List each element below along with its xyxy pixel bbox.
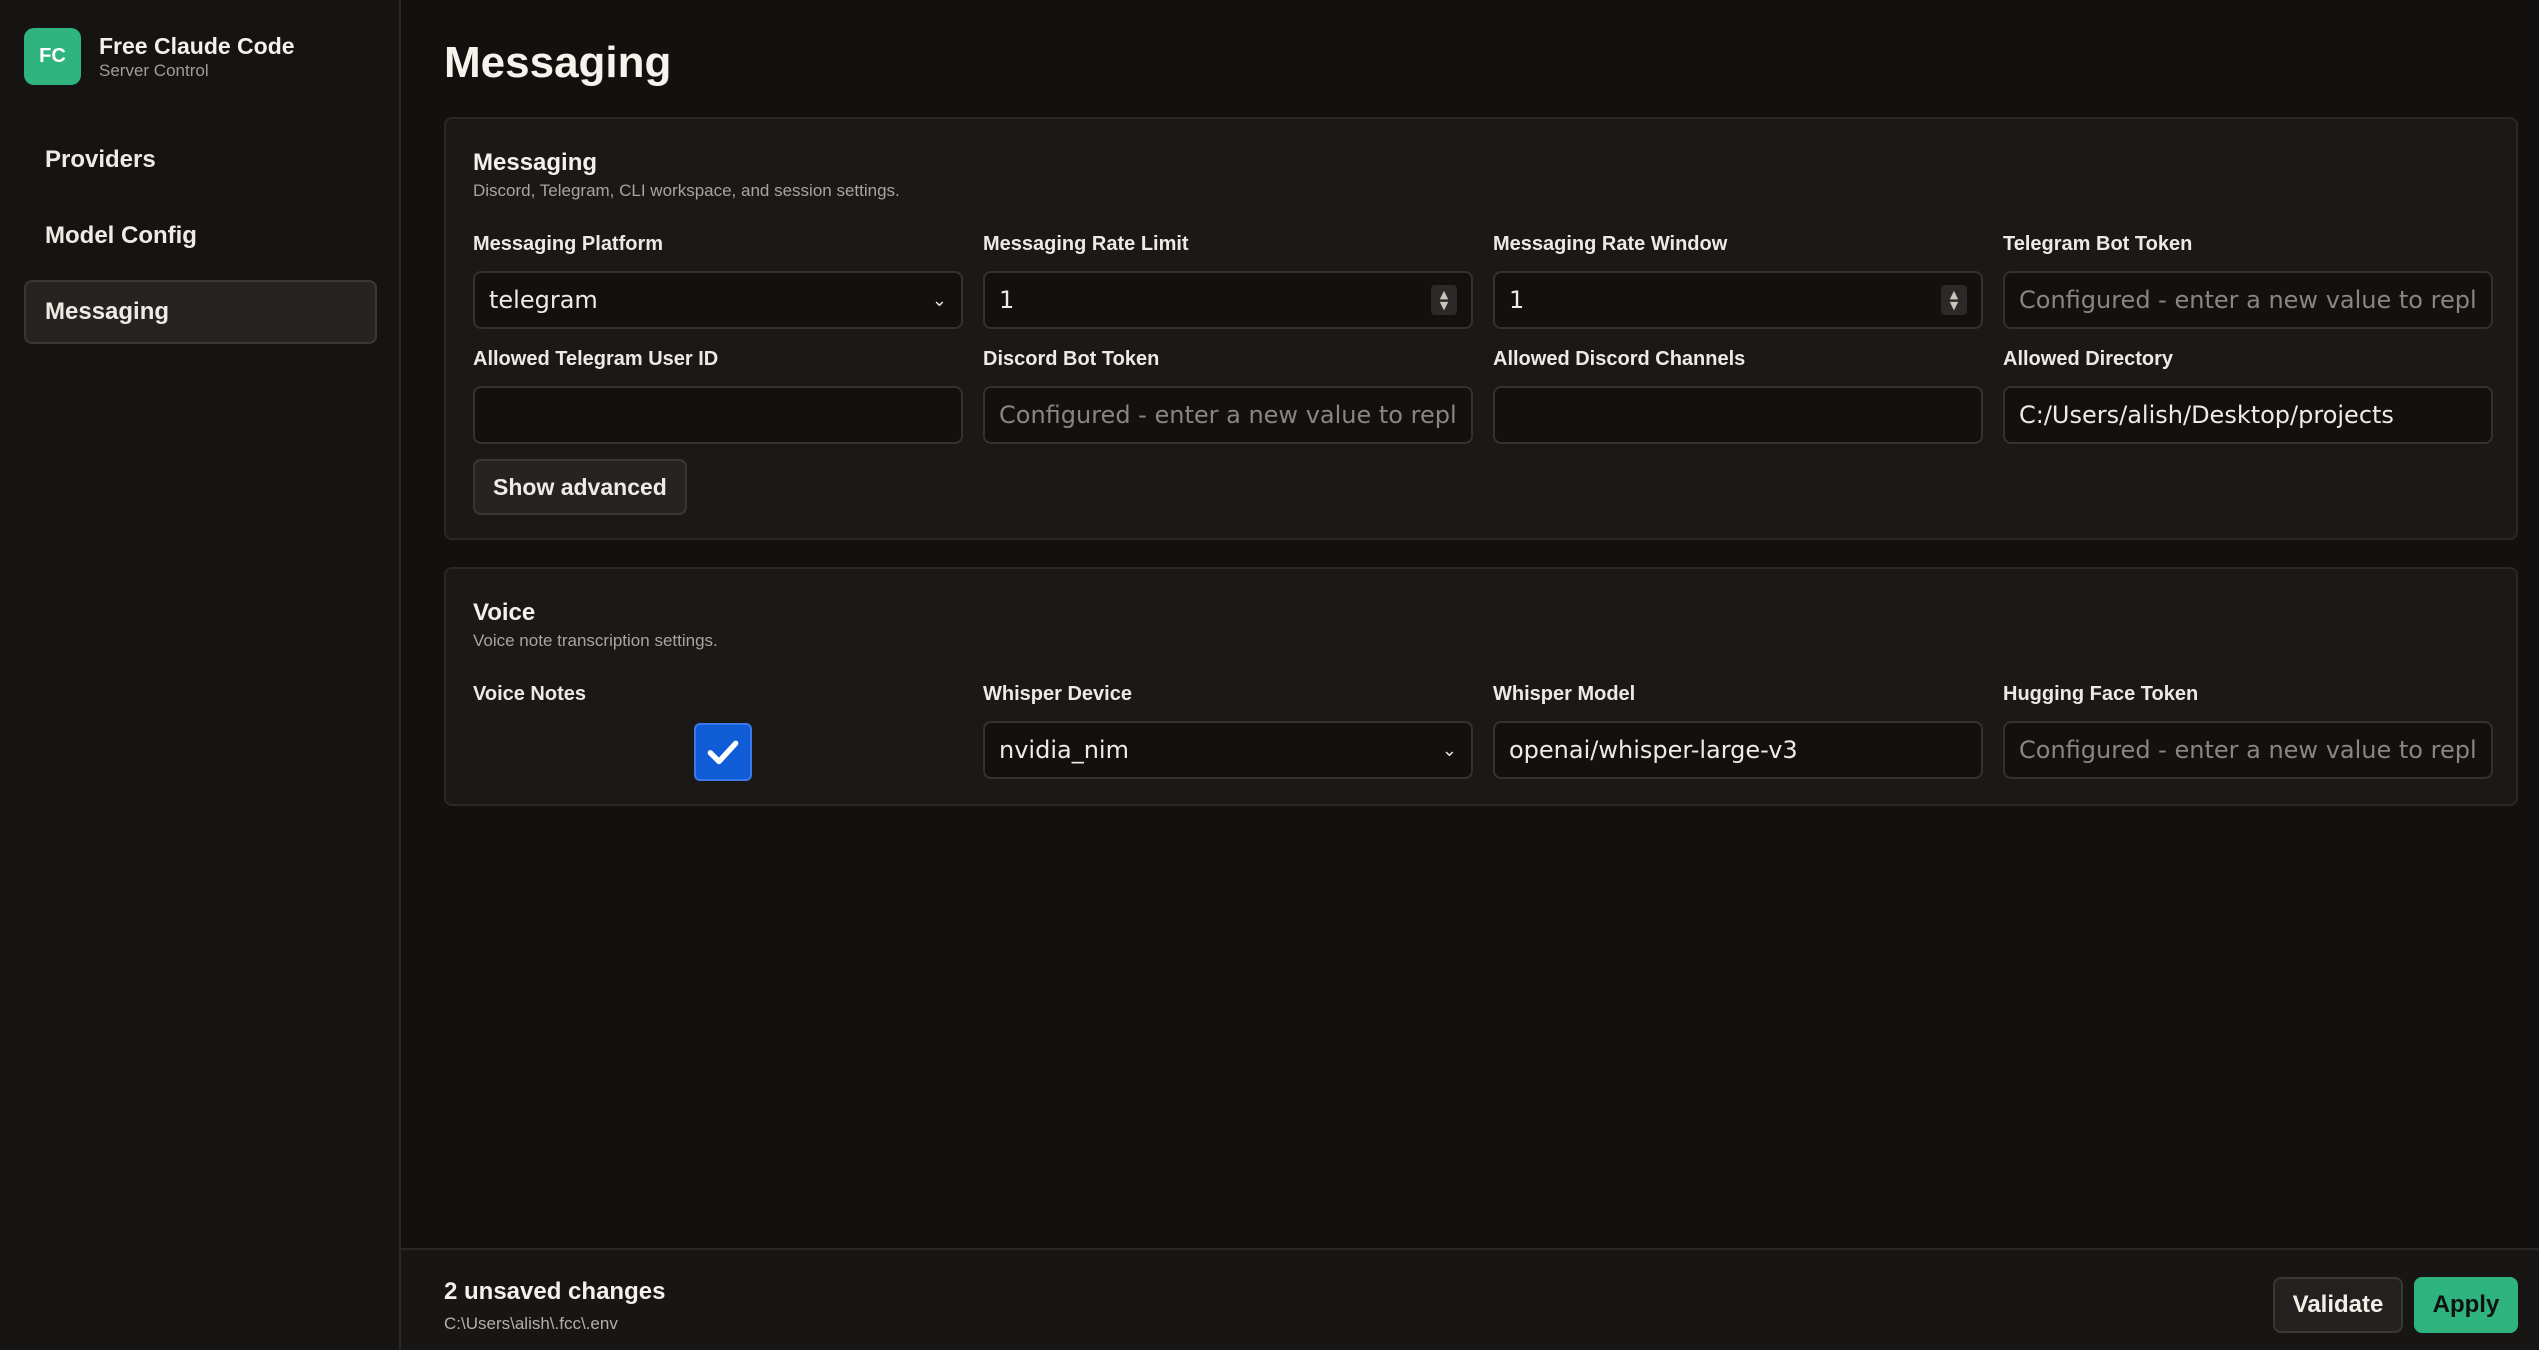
sidebar-item-providers[interactable]: Providers (24, 128, 377, 192)
discord-token-label: Discord Bot Token (983, 348, 1160, 370)
whisper-device-select[interactable]: nvidia_nim ⌄ (983, 721, 1473, 779)
rate-limit-value: 1 (999, 286, 1015, 314)
voice-notes-label: Voice Notes (473, 683, 586, 705)
telegram-token-placeholder: Configured - enter a new value to replac… (2019, 286, 2477, 314)
rate-limit-label: Messaging Rate Limit (983, 233, 1189, 255)
spinner-icon[interactable]: ▲ ▼ (1941, 285, 1967, 315)
telegram-user-field: Allowed Telegram User ID (473, 346, 963, 444)
hf-token-placeholder: Configured - enter a new value to replac… (2019, 736, 2477, 764)
voice-card-title: Voice (473, 599, 536, 626)
telegram-token-input[interactable]: Configured - enter a new value to replac… (2003, 271, 2493, 329)
checkmark-icon (707, 740, 739, 765)
spinner-icon[interactable]: ▲ ▼ (1431, 285, 1457, 315)
voice-notes-field: Voice Notes (473, 681, 963, 791)
discord-token-field: Discord Bot Token Configured - enter a n… (983, 346, 1473, 444)
validate-button[interactable]: Validate (2273, 1277, 2403, 1333)
discord-token-placeholder: Configured - enter a new value to replac… (999, 401, 1457, 429)
whisper-model-label: Whisper Model (1493, 683, 1636, 705)
telegram-user-input[interactable] (473, 386, 963, 444)
brand-title: Free Claude Code (99, 32, 295, 59)
hf-token-input[interactable]: Configured - enter a new value to replac… (2003, 721, 2493, 779)
whisper-device-field: Whisper Device nvidia_nim ⌄ (983, 681, 1473, 779)
whisper-model-value: openai/whisper-large-v3 (1509, 736, 1798, 764)
voice-notes-checkbox[interactable] (694, 723, 752, 781)
apply-button[interactable]: Apply (2414, 1277, 2518, 1333)
discord-token-input[interactable]: Configured - enter a new value to replac… (983, 386, 1473, 444)
messaging-platform-label: Messaging Platform (473, 233, 664, 255)
messaging-card-description: Discord, Telegram, CLI workspace, and se… (473, 181, 900, 200)
messaging-platform-select[interactable]: telegram ⌄ (473, 271, 963, 329)
rate-limit-field: Messaging Rate Limit 1 ▲ ▼ (983, 231, 1473, 329)
app-root: FC Free Claude Code Server Control Provi… (0, 0, 2539, 1350)
discord-channels-input[interactable] (1493, 386, 1983, 444)
whisper-device-value: nvidia_nim (999, 736, 1129, 764)
chevron-down-icon: ⌄ (1441, 739, 1457, 761)
main-content: Messaging Messaging Discord, Telegram, C… (401, 0, 2539, 1350)
rate-window-field: Messaging Rate Window 1 ▲ ▼ (1493, 231, 1983, 329)
telegram-token-label: Telegram Bot Token (2003, 233, 2193, 255)
messaging-card-title: Messaging (473, 149, 598, 176)
show-advanced-button[interactable]: Show advanced (473, 459, 687, 515)
sidebar-nav: Providers Model Config Messaging (24, 128, 377, 356)
allowed-directory-label: Allowed Directory (2003, 348, 2174, 370)
telegram-token-field: Telegram Bot Token Configured - enter a … (2003, 231, 2493, 329)
messaging-platform-value: telegram (489, 286, 598, 314)
sidebar-item-messaging[interactable]: Messaging (24, 280, 377, 344)
chevron-down-icon: ⌄ (931, 289, 947, 311)
rate-window-value: 1 (1509, 286, 1525, 314)
whisper-model-field: Whisper Model openai/whisper-large-v3 (1493, 681, 1983, 779)
brand-subtitle: Server Control (99, 60, 209, 80)
sidebar: FC Free Claude Code Server Control Provi… (0, 0, 401, 1350)
sidebar-item-model-config[interactable]: Model Config (24, 204, 377, 268)
rate-limit-input[interactable]: 1 ▲ ▼ (983, 271, 1473, 329)
brand-logo: FC (24, 28, 81, 85)
whisper-model-input[interactable]: openai/whisper-large-v3 (1493, 721, 1983, 779)
brand: FC Free Claude Code Server Control (24, 28, 295, 85)
messaging-platform-field: Messaging Platform telegram ⌄ (473, 231, 963, 329)
rate-window-input[interactable]: 1 ▲ ▼ (1493, 271, 1983, 329)
env-path-text: C:\Users\alish\.fcc\.env (444, 1314, 618, 1333)
brand-text: Free Claude Code Server Control (99, 32, 295, 82)
messaging-card: Messaging Discord, Telegram, CLI workspa… (444, 117, 2518, 540)
discord-channels-label: Allowed Discord Channels (1493, 348, 1746, 370)
allowed-directory-input[interactable]: C:/Users/alish/Desktop/projects (2003, 386, 2493, 444)
voice-card: Voice Voice note transcription settings.… (444, 567, 2518, 806)
telegram-user-label: Allowed Telegram User ID (473, 348, 719, 370)
hf-token-field: Hugging Face Token Configured - enter a … (2003, 681, 2493, 779)
footer-bar: 2 unsaved changes C:\Users\alish\.fcc\.e… (401, 1248, 2539, 1350)
voice-card-description: Voice note transcription settings. (473, 631, 718, 650)
allowed-directory-value: C:/Users/alish/Desktop/projects (2019, 401, 2394, 429)
hf-token-label: Hugging Face Token (2003, 683, 2199, 705)
rate-window-label: Messaging Rate Window (1493, 233, 1728, 255)
unsaved-changes-text: 2 unsaved changes (444, 1278, 666, 1305)
allowed-directory-field: Allowed Directory C:/Users/alish/Desktop… (2003, 346, 2493, 444)
page-title: Messaging (444, 38, 672, 87)
whisper-device-label: Whisper Device (983, 683, 1132, 705)
discord-channels-field: Allowed Discord Channels (1493, 346, 1983, 444)
